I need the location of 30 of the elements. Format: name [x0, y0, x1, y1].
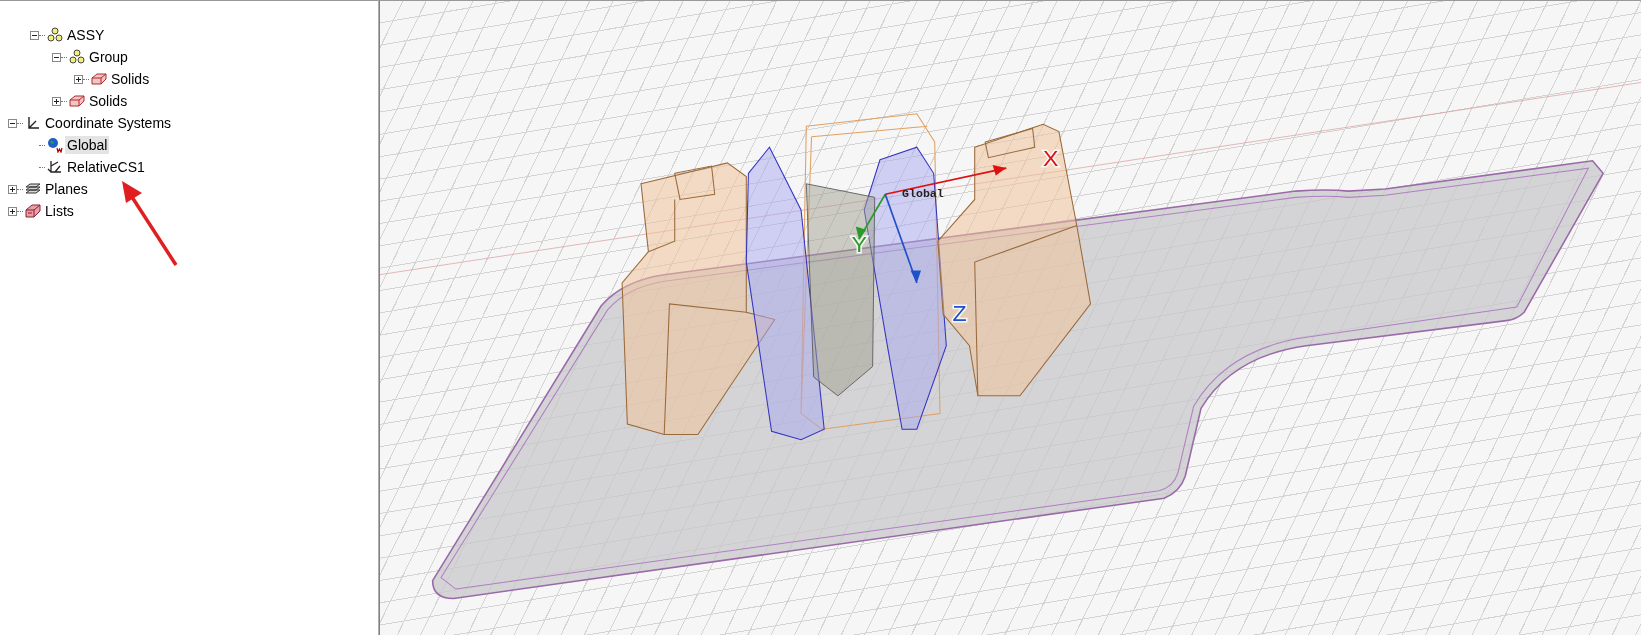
expand-icon[interactable]	[8, 184, 17, 194]
origin-label: Global	[902, 187, 944, 201]
expand-icon[interactable]	[52, 96, 61, 106]
collapse-icon[interactable]	[30, 30, 39, 40]
collapse-icon[interactable]	[8, 118, 17, 128]
list-box-icon	[25, 204, 41, 218]
tree-item[interactable]: Solids	[87, 92, 130, 110]
axes-icon	[26, 116, 40, 130]
solid-box-icon	[69, 95, 85, 107]
tree-item[interactable]: RelativeCS1	[65, 158, 147, 176]
axis-label: X	[1043, 145, 1059, 171]
planes-icon	[25, 183, 41, 195]
globe-icon	[47, 137, 63, 153]
tree-item[interactable]: Global	[65, 136, 110, 154]
collapse-icon[interactable]	[52, 52, 61, 62]
expand-icon[interactable]	[8, 206, 17, 216]
expand-icon[interactable]	[74, 74, 83, 84]
tree-item[interactable]: ASSY	[65, 26, 107, 44]
solid-box-icon	[91, 73, 107, 85]
assembly-icon	[69, 49, 85, 65]
assembly-icon	[47, 27, 63, 43]
tree-item[interactable]: Lists	[43, 202, 76, 220]
tree-item[interactable]: Solids	[109, 70, 152, 88]
axis-label: Z	[952, 299, 967, 326]
tree-item[interactable]: Coordinate Systems	[43, 114, 174, 132]
tree-item[interactable]: Planes	[43, 180, 90, 198]
viewport-background[interactable]: X Global Y Z	[379, 0, 1641, 635]
axes-icon	[47, 160, 63, 174]
axis-label: Y	[851, 230, 867, 257]
tree-item[interactable]: Group	[87, 48, 130, 66]
